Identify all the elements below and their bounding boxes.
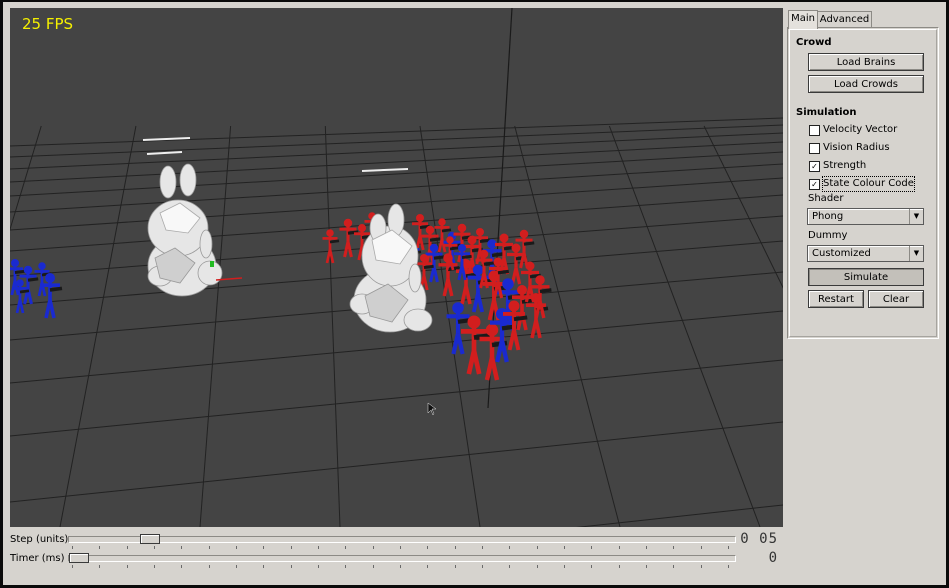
3d-viewport[interactable]: 25 FPS	[10, 8, 783, 527]
timer-value-display: 0	[768, 550, 778, 566]
scene-canvas[interactable]	[10, 8, 783, 527]
marker-dash	[146, 151, 183, 155]
crowd-agent	[461, 315, 490, 375]
simulation-heading: Simulation	[796, 107, 857, 118]
timer-label: Timer (ms)	[10, 553, 65, 564]
timer-slider[interactable]	[68, 553, 736, 563]
timer-slider-ticks	[72, 565, 729, 568]
dropdown-arrow-icon[interactable]: ▼	[909, 209, 923, 224]
bunny-model-left	[147, 163, 223, 297]
fps-counter: 25 FPS	[22, 15, 74, 33]
step-slider-handle[interactable]	[140, 534, 160, 544]
dummy-value: Customized	[812, 248, 871, 259]
clear-button[interactable]: Clear	[868, 290, 924, 308]
checkbox-box[interactable]	[809, 143, 820, 154]
checkbox-label: State Colour Code	[822, 176, 915, 192]
marker-dash	[361, 168, 409, 172]
step-slider-ticks	[72, 546, 729, 549]
dummy-select[interactable]: Customized ▼	[807, 245, 924, 262]
dropdown-arrow-icon[interactable]: ▼	[909, 246, 923, 261]
main-tab-panel: Crowd Load Brains Load Crowds Simulation…	[787, 27, 939, 339]
axis-marker-green	[210, 261, 214, 267]
timer-slider-handle[interactable]	[69, 553, 89, 563]
agents-layer	[10, 212, 552, 381]
crowd-agent	[467, 264, 491, 313]
simulate-button[interactable]: Simulate	[808, 268, 924, 286]
mouse-cursor-icon	[427, 402, 437, 416]
tab-advanced[interactable]: Advanced	[817, 11, 872, 28]
checkbox-label: Velocity Vector	[823, 124, 898, 135]
restart-button[interactable]: Restart	[808, 290, 864, 308]
shader-value: Phong	[812, 211, 844, 222]
checkmark-icon[interactable]: ✓	[809, 161, 820, 172]
step-label: Step (units)	[10, 534, 69, 545]
crowd-agent	[322, 229, 340, 264]
dummy-label: Dummy	[808, 230, 848, 241]
checkbox-box[interactable]	[809, 125, 820, 136]
crowd-heading: Crowd	[796, 37, 832, 48]
checkbox-label: Vision Radius	[823, 142, 890, 153]
step-slider[interactable]	[68, 534, 736, 544]
window-left-border	[0, 0, 3, 588]
checkbox-label: Strength	[823, 160, 867, 171]
shader-select[interactable]: Phong ▼	[807, 208, 924, 225]
window-top-border	[0, 0, 949, 2]
shader-label: Shader	[808, 193, 844, 204]
step-value-display: 0 05	[740, 531, 778, 547]
crowd-agent	[10, 259, 25, 296]
checkmark-icon[interactable]: ✓	[809, 179, 820, 190]
load-brains-button[interactable]: Load Brains	[808, 53, 924, 71]
tab-main[interactable]: Main	[788, 10, 818, 29]
load-crowds-button[interactable]: Load Crowds	[808, 75, 924, 93]
